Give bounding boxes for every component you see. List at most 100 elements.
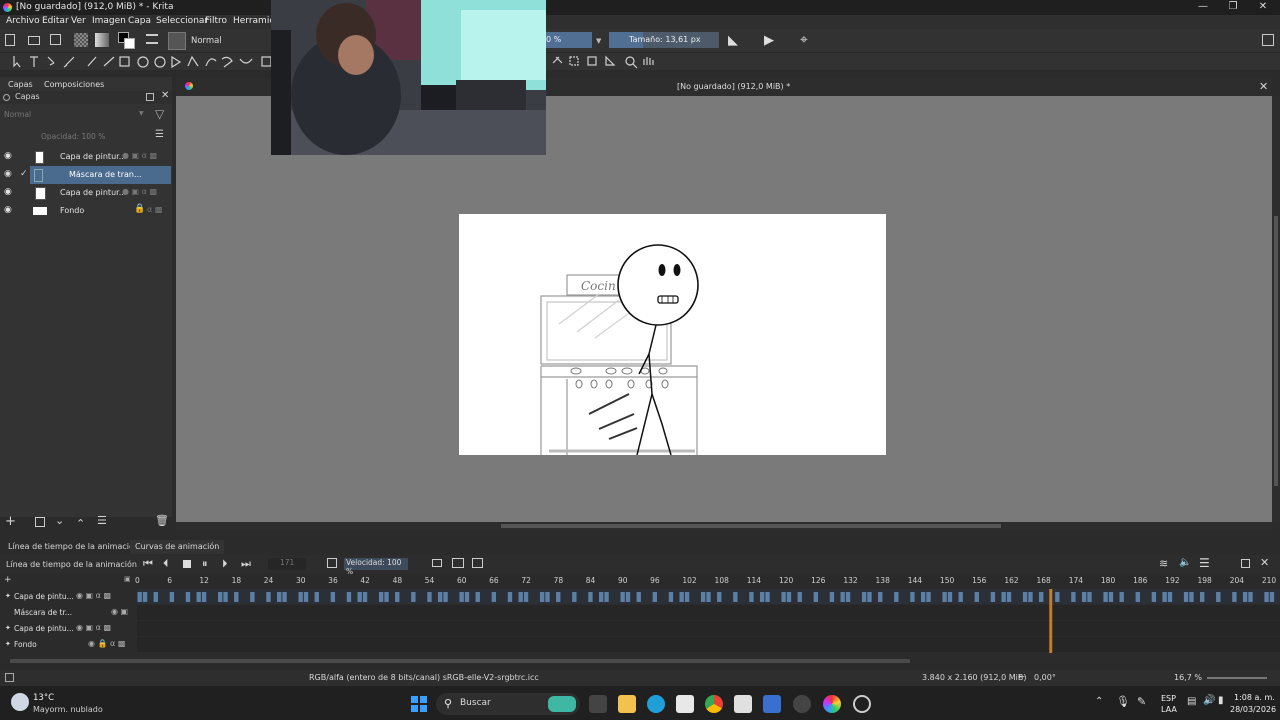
float-timeline-icon[interactable] [1241,559,1250,568]
loop-icon[interactable] [327,558,337,568]
close-timeline-icon[interactable]: ✕ [1260,556,1269,569]
obs-icon[interactable] [793,695,811,713]
eye-icon[interactable]: ◉ [4,205,12,215]
layer-props-icons[interactable]: α ▩ [147,205,162,214]
mirror-vertical-icon[interactable]: ▶ [764,33,774,48]
onion-skin-icon[interactable] [432,559,442,567]
layer-row[interactable]: ◉ Fondo 🔒 α ▩ [0,202,172,220]
layer-opacity-slider[interactable]: Opacidad: 100 % [41,132,105,141]
selection-tools-strip[interactable] [548,53,668,70]
save-icon[interactable] [50,34,61,45]
file-explorer-icon[interactable] [618,695,636,713]
workspace-icon[interactable] [1262,34,1274,46]
row-props-icons[interactable]: ◉ ▣ α ▩ [76,591,111,600]
close-window-button[interactable]: ✕ [1248,0,1278,15]
app-icon[interactable] [763,695,781,713]
last-frame-icon[interactable]: ⏭ [241,557,251,571]
volume-tray-icon[interactable]: 🔊 [1203,695,1215,706]
prev-frame-icon[interactable]: ⏴ [163,557,169,571]
clock-date[interactable]: 28/03/2026 [1230,705,1276,714]
drawing-canvas[interactable]: Cocin [459,214,886,455]
checkmark-icon[interactable]: ✓ [20,169,28,179]
layer-props-icons[interactable]: ● ▣ α ▩ [122,187,157,196]
krita-taskbar-icon[interactable] [823,695,841,713]
chrome-icon[interactable] [705,695,723,713]
timeline-ruler[interactable]: 0 6 12 18 24 30 36 42 48 54 60 66 72 78 84 90 96 102 108 11… [135,574,1280,586]
menu-filtro[interactable]: Filtro [205,16,227,26]
row-props-icons[interactable]: ◉ 🔒 α ▩ [88,639,125,648]
minimize-button[interactable]: — [1188,0,1218,15]
task-view-icon[interactable] [589,695,607,713]
pen-icon[interactable]: ✎ [1137,695,1146,708]
menu-editar[interactable]: Editar [42,16,69,26]
gradient-icon[interactable] [95,33,109,47]
vertical-scrollbar[interactable] [1272,96,1280,522]
layer-props-icons[interactable]: ● ▣ α ▩ [122,151,157,160]
move-up-icon[interactable]: ⌃ [76,517,85,530]
drop-frames-icon[interactable] [452,558,464,568]
eye-icon[interactable]: ◉ [4,187,12,197]
layer-properties-icon[interactable]: ☰ [97,514,107,527]
clock-time[interactable]: 1:08 a. m. [1234,693,1275,702]
tab-animation-curves[interactable]: Curvas de animación [130,540,225,554]
language-bottom[interactable]: LAA [1161,705,1177,714]
microphone-icon[interactable]: 🎙 [1116,695,1130,708]
layer-blend-mode-select[interactable]: Normal [4,110,31,119]
opacity-chevron-icon[interactable]: ▼ [596,37,601,45]
crop-icon[interactable]: ⌖ [800,32,808,48]
restore-button[interactable]: ❐ [1218,0,1248,15]
audio-wave-icon[interactable]: ≋ [1159,557,1168,570]
snipping-tool-icon[interactable] [734,695,752,713]
menu-seleccionar[interactable]: Seleccionar [156,16,208,26]
eye-icon[interactable]: ◉ [4,169,12,179]
layer-row-selected[interactable]: Máscara de tran... [30,166,171,184]
row-props-icons[interactable]: ◉ ▣ α ▩ [76,623,111,632]
lock-icon[interactable]: 🔒 [134,204,145,214]
next-frame-icon[interactable]: ⏵ [222,557,228,571]
current-frame-input[interactable]: 171 [268,558,306,570]
layer-blend-chevron-icon[interactable]: ▼ [139,110,144,117]
layer-row[interactable]: ◉ Capa de pintur... ● ▣ α ▩ [0,184,172,202]
tab-composiciones[interactable]: Composiciones [44,80,104,89]
new-document-icon[interactable] [5,34,15,46]
timeline-hscroll[interactable] [10,659,910,663]
add-layer-icon[interactable]: + [5,514,16,529]
battery-icon[interactable]: ▮ [1218,695,1224,706]
layer-menu-icon[interactable]: ☰ [155,129,164,140]
eye-icon[interactable]: ◉ [4,151,12,161]
pattern-icon[interactable] [74,33,88,47]
settings-icon[interactable] [472,558,483,568]
weather-icon[interactable] [11,693,29,711]
close-document-icon[interactable]: ✕ [1259,80,1268,93]
tray-chevron-icon[interactable]: ⌃ [1095,696,1103,707]
start-icon[interactable] [411,696,427,712]
timeline-frames[interactable] [137,589,1280,653]
mirror-horizontal-icon[interactable]: ◣ [728,33,738,48]
horizontal-scrollbar[interactable] [176,522,1272,530]
recording-app-icon[interactable] [853,695,871,713]
open-folder-icon[interactable] [28,36,40,45]
volume-icon[interactable]: 🔈 [1179,557,1191,568]
timeline-menu-icon[interactable]: ☰ [1199,556,1210,570]
language-top[interactable]: ESP [1161,694,1176,703]
delete-layer-icon[interactable]: 🗑 [155,514,169,527]
pin-icon[interactable]: ▣ [124,575,131,583]
move-down-icon[interactable]: ⌄ [55,514,64,527]
first-frame-icon[interactable]: ⏮ [143,557,153,571]
row-props-icons[interactable]: ◉ ▣ [111,607,128,616]
brush-preset-icon[interactable] [168,32,186,50]
add-row-icon[interactable]: + [4,575,12,585]
color-swatch-icon[interactable] [118,32,136,50]
pause-icon[interactable]: ⏸ [202,557,208,571]
speed-slider[interactable]: Velocidad: 100 % [344,558,408,576]
menu-archivo[interactable]: Archivo [6,16,40,26]
layer-row[interactable]: ◉ Capa de pintur... ● ▣ α ▩ [0,148,172,166]
store-icon[interactable] [676,695,694,713]
float-docker-icon[interactable] [146,93,154,101]
tool-icons-strip[interactable] [8,53,288,70]
brush-settings-icon[interactable] [146,34,158,44]
tab-capas[interactable]: Capas [8,80,33,89]
search-box[interactable]: ⚲ Buscar [436,693,580,715]
zoom-slider[interactable] [1207,677,1267,679]
document-tab-title[interactable]: [No guardado] (912,0 MiB) * [677,82,790,91]
